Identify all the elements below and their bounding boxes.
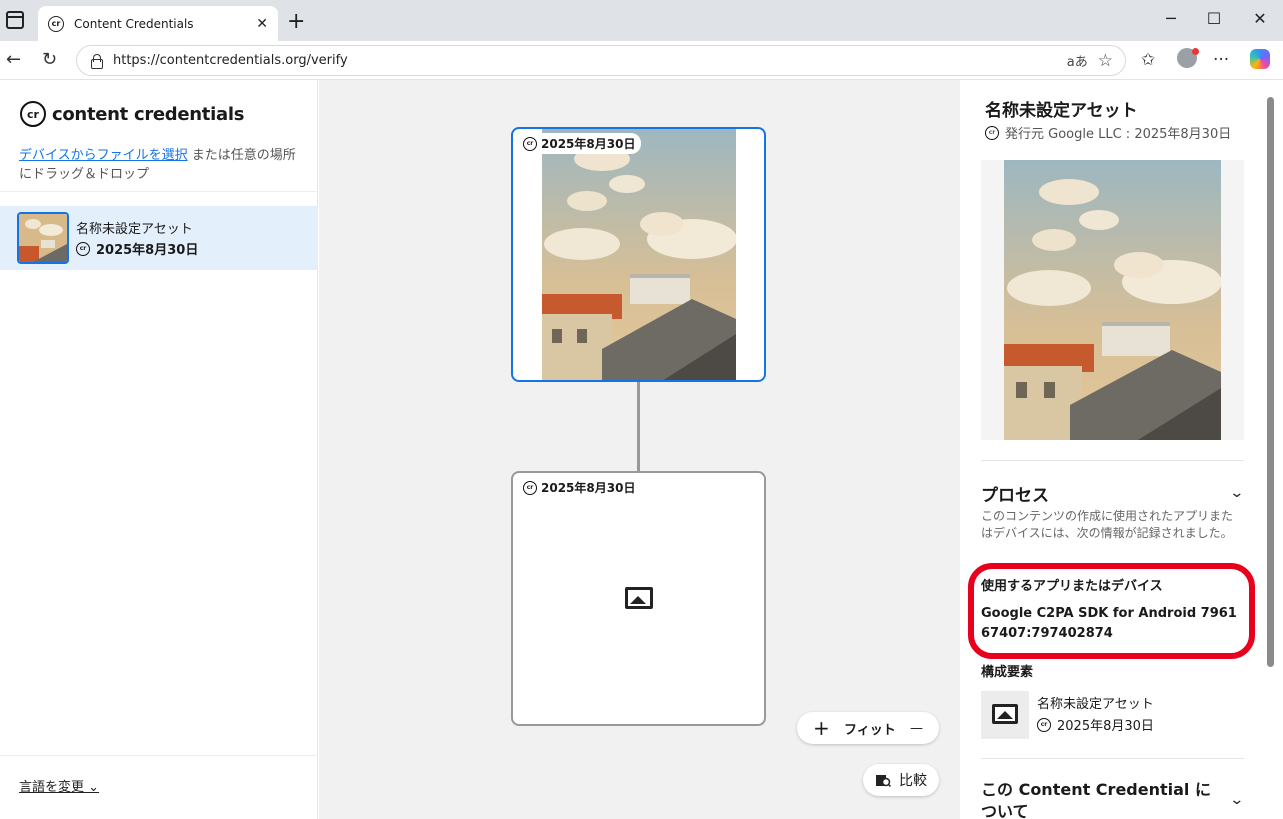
left-panel: cr content credentials デバイスからファイルを選択 または… [0, 80, 318, 819]
tab-content-credentials[interactable]: cr Content Credentials ✕ [38, 6, 278, 41]
read-aloud-icon[interactable]: aあ [1067, 51, 1088, 70]
lock-icon[interactable] [89, 53, 103, 69]
process-heading[interactable]: プロセス [981, 481, 1049, 506]
provenance-node-current[interactable]: cr 2025年8月30日 [511, 127, 766, 382]
close-window-button[interactable]: ✕ [1245, 9, 1275, 28]
asset-title: 名称未設定アセット [76, 222, 193, 237]
zoom-out-button[interactable]: — [904, 721, 929, 736]
divider [0, 755, 318, 756]
about-heading[interactable]: この Content Credential について [981, 779, 1226, 819]
image-placeholder-icon [992, 704, 1018, 724]
new-tab-button[interactable]: + [287, 9, 305, 34]
scrollbar-thumb[interactable] [1267, 97, 1274, 667]
asset-thumbnail [17, 212, 69, 264]
node-connector [637, 382, 640, 471]
asset-preview-image [1004, 160, 1221, 440]
component-thumbnail[interactable] [981, 691, 1029, 739]
select-file-link[interactable]: デバイスからファイルを選択 [19, 148, 188, 163]
cr-icon: cr [76, 241, 90, 256]
cr-icon: cr [1037, 717, 1051, 732]
change-language-link[interactable]: 言語を変更 ⌄ [19, 776, 99, 795]
favorites-icon[interactable]: ✩ [1141, 50, 1155, 70]
node-date-badge: cr 2025年8月30日 [517, 477, 642, 498]
divider [981, 460, 1244, 461]
components-label: 構成要素 [981, 665, 1034, 680]
node-date-badge: cr 2025年8月30日 [517, 133, 642, 154]
provenance-canvas[interactable]: cr 2025年8月30日 cr 2025年8月30日 + フィット — 比較 [319, 80, 960, 819]
component-date-text: 2025年8月30日 [1057, 719, 1154, 734]
compare-label: 比較 [899, 773, 927, 789]
component-title[interactable]: 名称未設定アセット [1037, 693, 1154, 712]
cr-icon: cr [523, 136, 537, 151]
cr-icon: cr [985, 125, 999, 140]
favicon-icon: cr [48, 15, 64, 32]
more-menu-icon[interactable]: ··· [1213, 50, 1229, 70]
asset-preview [981, 160, 1244, 440]
asset-title-heading: 名称未設定アセット [985, 101, 1138, 121]
file-drop-instructions: デバイスからファイルを選択 または任意の場所にドラッグ＆ドロップ [19, 146, 304, 184]
details-panel: 名称未設定アセット cr 発行元 Google LLC : 2025年8月30日 [961, 80, 1283, 819]
url-text[interactable]: https://contentcredentials.org/verify [113, 53, 1057, 68]
copilot-icon[interactable] [1250, 49, 1270, 69]
compare-button[interactable]: 比較 [863, 764, 939, 796]
divider [981, 758, 1244, 759]
node-date: 2025年8月30日 [541, 137, 636, 151]
minimize-button[interactable]: ─ [1156, 9, 1186, 28]
notification-dot [1192, 48, 1199, 55]
asset-date-text: 2025年8月30日 [96, 243, 199, 258]
component-date: cr 2025年8月30日 [1037, 715, 1154, 734]
issuer-text: 発行元 Google LLC : 2025年8月30日 [1005, 127, 1232, 142]
browser-titlebar: cr Content Credentials ✕ + ─ ☐ ✕ [0, 0, 1283, 41]
content-credentials-logo[interactable]: cr content credentials [20, 101, 244, 127]
divider [0, 191, 318, 192]
tab-close-icon[interactable]: ✕ [256, 16, 268, 32]
node-date: 2025年8月30日 [541, 481, 636, 495]
highlight-annotation [968, 563, 1255, 659]
issuer-line: cr 発行元 Google LLC : 2025年8月30日 [985, 123, 1231, 142]
node-image [542, 129, 736, 380]
cr-icon: cr [523, 480, 537, 495]
compare-icon [876, 775, 891, 788]
tab-title: Content Credentials [74, 16, 194, 31]
favorite-star-icon[interactable]: ☆ [1098, 51, 1113, 71]
cr-logo-icon: cr [20, 101, 46, 127]
chevron-down-icon[interactable]: ⌄ [1229, 485, 1244, 501]
image-placeholder-icon [625, 587, 653, 609]
asset-date: cr 2025年8月30日 [76, 239, 198, 258]
tab-actions-icon[interactable] [6, 11, 24, 29]
process-description: このコンテンツの作成に使用されたアプリまたはデバイスには、次の情報が記録されまし… [981, 509, 1234, 540]
logo-text: content credentials [52, 103, 245, 125]
reload-button[interactable]: ↻ [42, 49, 57, 70]
provenance-node-ingredient[interactable]: cr 2025年8月30日 [511, 471, 766, 726]
browser-toolbar: ← ↻ https://contentcredentials.org/verif… [0, 41, 1283, 80]
fit-button[interactable]: フィット [838, 719, 902, 738]
address-bar[interactable]: https://contentcredentials.org/verify aあ… [76, 45, 1126, 76]
chevron-down-icon[interactable]: ⌄ [1229, 792, 1244, 808]
zoom-in-button[interactable]: + [807, 716, 836, 740]
back-button[interactable]: ← [6, 49, 21, 70]
asset-list-item[interactable]: 名称未設定アセット cr 2025年8月30日 [0, 206, 318, 270]
zoom-controls: + フィット — [797, 712, 939, 744]
maximize-button[interactable]: ☐ [1199, 9, 1229, 28]
